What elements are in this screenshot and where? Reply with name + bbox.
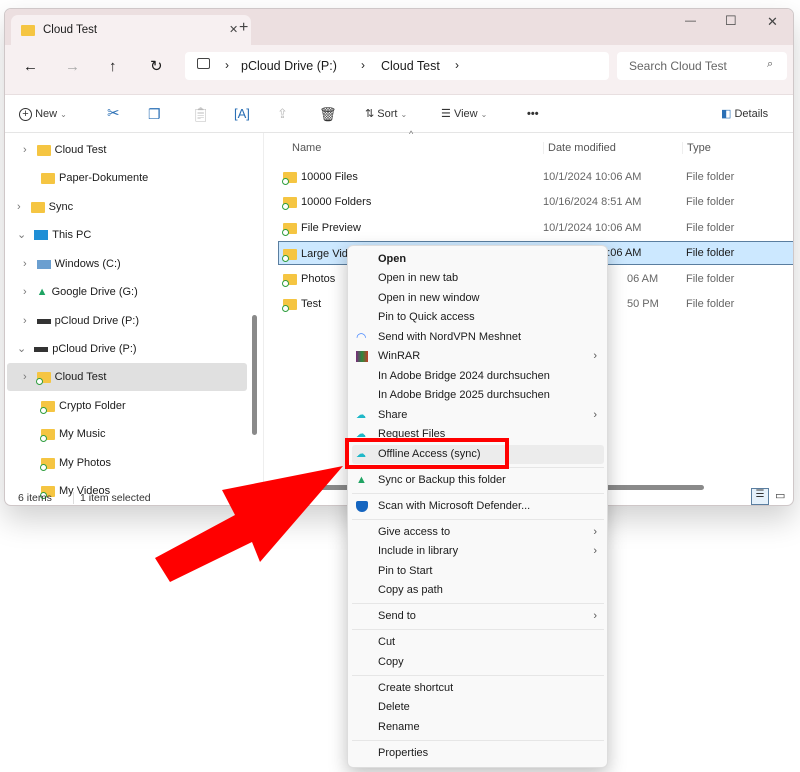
red-arrow-annotation — [155, 466, 343, 582]
arrow-shape — [155, 466, 343, 582]
